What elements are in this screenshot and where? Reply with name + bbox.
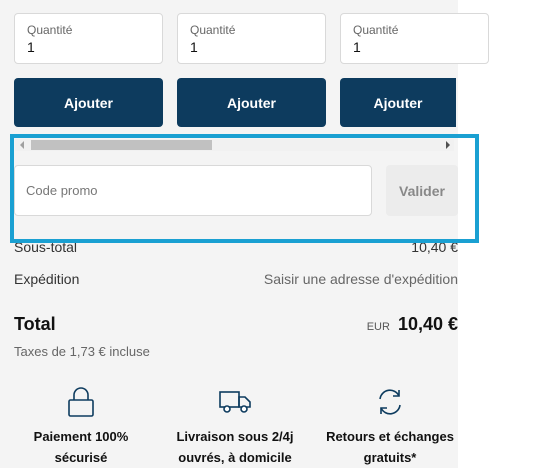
subtotal-value: 10,40 €	[411, 239, 458, 255]
feature-secure-payment: Paiement 100% sécurisé	[6, 384, 156, 468]
quantity-label: Quantité	[353, 23, 399, 37]
scrollbar-thumb[interactable]	[31, 140, 212, 150]
horizontal-scrollbar[interactable]	[15, 139, 454, 151]
truck-icon	[160, 384, 310, 420]
subtotal-label: Sous-total	[14, 239, 78, 255]
quantity-value[interactable]: 1	[190, 39, 198, 55]
promo-code-input[interactable]: Code promo	[14, 165, 372, 216]
promo-submit-button[interactable]: Valider	[386, 165, 458, 216]
side-panel	[458, 0, 559, 468]
feature-line: sécurisé	[54, 450, 108, 465]
scroll-left-arrow-icon[interactable]	[20, 141, 24, 149]
quantity-field-3[interactable]: Quantité 1	[340, 13, 489, 64]
quantity-label: Quantité	[27, 23, 73, 37]
lock-icon	[6, 384, 156, 420]
feature-line: Paiement 100%	[33, 429, 129, 444]
shipping-label: Expédition	[14, 271, 80, 287]
total-amount: EUR 10,40 €	[367, 314, 458, 335]
add-button-3[interactable]: Ajouter	[340, 78, 456, 127]
quantity-value[interactable]: 1	[353, 39, 361, 55]
feature-line: Retours et échanges	[326, 429, 454, 444]
feature-line: gratuits*	[363, 450, 417, 465]
feature-line: Livraison sous 2/4j	[176, 429, 294, 444]
currency-code: EUR	[366, 321, 390, 333]
quantity-field-2[interactable]: Quantité 1	[177, 13, 326, 64]
exchange-icon	[315, 384, 465, 420]
feature-line: ouvrés, à domicile	[178, 450, 292, 465]
shipping-value[interactable]: Saisir une adresse d'expédition	[264, 271, 458, 287]
feature-returns: Retours et échanges gratuits*	[315, 384, 465, 468]
total-label: Total	[14, 314, 56, 334]
add-button-2[interactable]: Ajouter	[177, 78, 326, 127]
taxes-note: Taxes de 1,73 € incluse	[14, 344, 150, 359]
add-button-1[interactable]: Ajouter	[14, 78, 163, 127]
total-value: 10,40 €	[397, 314, 458, 334]
feature-delivery: Livraison sous 2/4j ouvrés, à domicile	[160, 384, 310, 468]
quantity-label: Quantité	[190, 23, 236, 37]
cart-page: Quantité 1 Ajouter Quantité 1 Ajouter Qu…	[0, 0, 559, 468]
quantity-value[interactable]: 1	[27, 39, 35, 55]
scroll-right-arrow-icon[interactable]	[446, 141, 450, 149]
quantity-field-1[interactable]: Quantité 1	[14, 13, 163, 64]
